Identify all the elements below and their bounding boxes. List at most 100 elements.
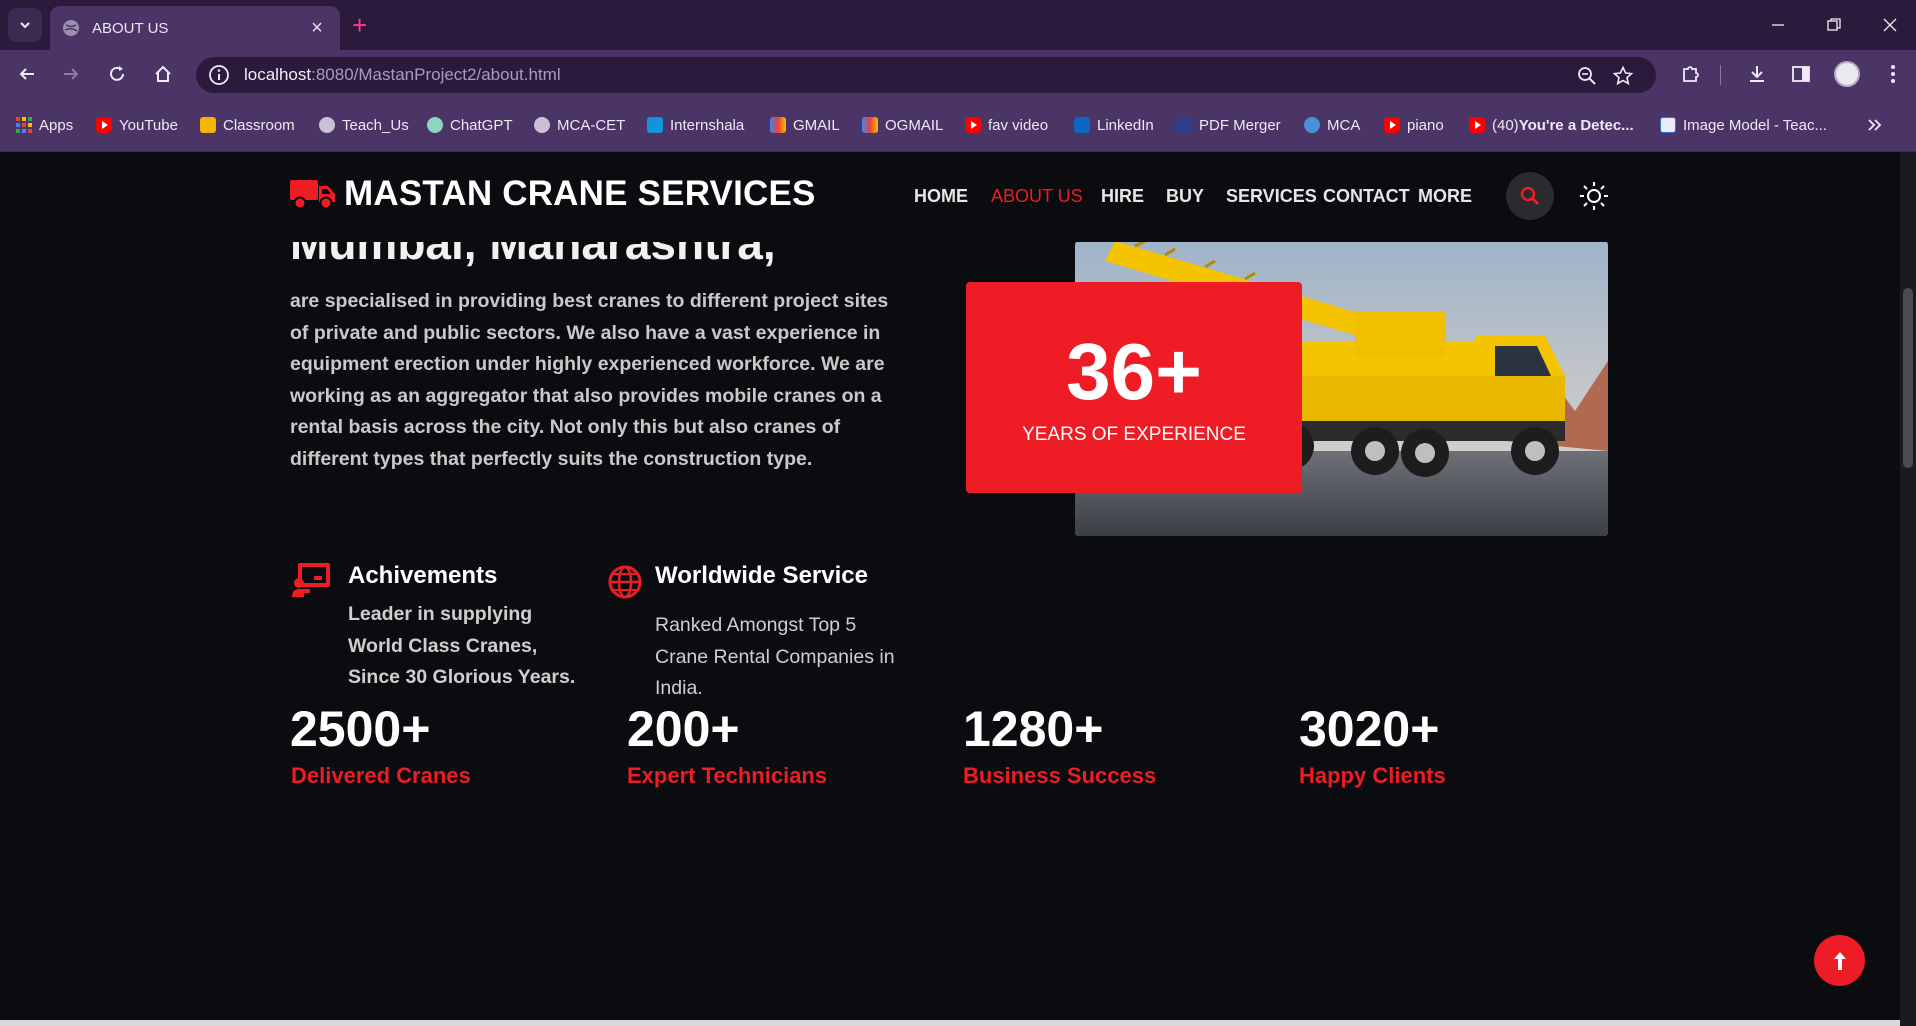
sun-icon (1580, 182, 1608, 210)
experience-number: 36+ (1066, 327, 1202, 416)
address-bar[interactable]: localhost:8080/MastanProject2/about.html (196, 57, 1656, 93)
avatar[interactable] (1834, 61, 1860, 87)
forward-button[interactable] (54, 57, 88, 91)
youtube-icon (96, 117, 112, 133)
linkedin-icon (1074, 117, 1090, 133)
nav-about-us[interactable]: ABOUT US (991, 186, 1083, 207)
bookmark-star-icon[interactable] (1610, 63, 1636, 89)
close-icon[interactable]: × (306, 17, 328, 40)
brand-name: MASTAN CRANE SERVICES (344, 174, 816, 213)
experience-card: 36+ YEARS OF EXPERIENCE (966, 282, 1302, 493)
nav-buy[interactable]: BUY (1166, 186, 1204, 207)
stat-label: Business Success (963, 763, 1157, 788)
presentation-icon (292, 563, 330, 597)
youtube-icon (1384, 117, 1400, 133)
bookmark-youtube-video[interactable]: (40) You're a Detec... (1469, 115, 1634, 135)
bookmark-ogmail[interactable]: OGMAIL (862, 115, 943, 135)
globe-icon (534, 117, 550, 133)
kebab-menu-icon[interactable] (1876, 57, 1910, 91)
scrollbar-thumb[interactable] (1903, 288, 1913, 468)
side-panel-icon[interactable] (1784, 57, 1818, 91)
bookmark-mca-cet[interactable]: MCA-CET (534, 115, 625, 135)
tab-title: ABOUT US (92, 19, 169, 37)
bookmark-gmail[interactable]: GMAIL (770, 115, 840, 135)
home-icon (155, 65, 171, 82)
youtube-icon (965, 117, 981, 133)
page-viewport: MASTAN CRANE SERVICES HOME ABOUT US HIRE… (0, 152, 1900, 1026)
stat-number: 1280+ (963, 701, 1104, 757)
apps-grid-icon (16, 117, 32, 133)
feature-title-worldwide: Worldwide Service (655, 562, 868, 589)
back-button[interactable] (10, 57, 44, 91)
extensions-icon[interactable] (1674, 57, 1708, 91)
arrow-up-icon (1833, 951, 1846, 970)
arrow-right-icon (64, 68, 79, 80)
back-to-top-button[interactable] (1814, 935, 1865, 986)
tab-search-button[interactable] (8, 8, 42, 42)
browser-tabstrip: ABOUT US × + (0, 0, 1916, 50)
url-text: localhost:8080/MastanProject2/about.html (244, 65, 561, 84)
bookmark-piano[interactable]: piano (1384, 115, 1444, 135)
gmail-icon (862, 117, 878, 133)
home-button[interactable] (146, 57, 180, 91)
reload-button[interactable] (100, 57, 134, 91)
bookmark-youtube[interactable]: YouTube (96, 115, 178, 135)
bookmark-image-model[interactable]: Image Model - Teac... (1660, 115, 1827, 135)
new-tab-button[interactable]: + (352, 10, 367, 40)
mca-icon (1304, 117, 1320, 133)
zoom-icon[interactable] (1574, 63, 1600, 89)
restore-icon (1827, 18, 1841, 31)
internshala-icon (647, 117, 663, 133)
close-icon (1883, 18, 1897, 32)
nav-home[interactable]: HOME (914, 186, 968, 207)
page-scrollbar[interactable] (1900, 152, 1916, 1026)
browser-tab-active[interactable]: ABOUT US × (50, 6, 340, 50)
minimize-icon (1772, 24, 1784, 26)
globe-icon (63, 20, 79, 36)
minimize-button[interactable] (1758, 10, 1798, 40)
bookmark-linkedin[interactable]: LinkedIn (1074, 115, 1154, 135)
bookmarks-bar: Apps YouTube Classroom Teach_Us ChatGPT … (0, 98, 1916, 152)
brand-logo[interactable]: MASTAN CRANE SERVICES (290, 174, 816, 214)
nav-hire[interactable]: HIRE (1101, 186, 1144, 207)
nav-services[interactable]: SERVICES (1226, 186, 1317, 207)
site-info-icon[interactable] (208, 64, 230, 86)
reload-icon (110, 66, 124, 81)
restore-button[interactable] (1814, 10, 1854, 40)
stat-number: 3020+ (1299, 701, 1440, 757)
stat-number: 2500+ (290, 701, 431, 757)
feature-desc-achievements: Leader in supplying World Class Cranes, … (348, 603, 576, 689)
bookmark-mca[interactable]: MCA (1304, 115, 1360, 135)
bookmark-pdf-merger[interactable]: PDF Merger (1176, 115, 1281, 135)
bookmark-apps[interactable]: Apps (16, 115, 73, 135)
double-chevron-right-icon (1868, 119, 1882, 131)
search-button[interactable] (1506, 172, 1554, 220)
bookmark-fav-video[interactable]: fav video (965, 115, 1048, 135)
stat-label: Expert Technicians (627, 763, 828, 788)
bookmark-classroom[interactable]: Classroom (200, 115, 295, 135)
bookmark-teach-us[interactable]: Teach_Us (319, 115, 409, 135)
bookmark-chatgpt[interactable]: ChatGPT (427, 115, 513, 135)
theme-toggle[interactable] (1578, 180, 1610, 212)
experience-label: YEARS OF EXPERIENCE (1022, 424, 1246, 445)
globe-icon (608, 565, 642, 599)
stat-number: 200+ (627, 701, 740, 757)
bookmark-internshala[interactable]: Internshala (647, 115, 744, 135)
toolbar-divider (1720, 65, 1721, 85)
youtube-icon (1469, 117, 1485, 133)
about-description: are specialised in providing best cranes… (290, 290, 889, 470)
truck-icon (290, 180, 335, 210)
window-close-button[interactable] (1870, 10, 1910, 40)
nav-contact[interactable]: CONTACT (1323, 186, 1410, 207)
bookmarks-overflow-button[interactable] (1866, 115, 1882, 135)
page-bottom-edge (0, 1020, 1900, 1026)
search-icon (1520, 186, 1540, 206)
browser-toolbar: localhost:8080/MastanProject2/about.html (0, 50, 1916, 98)
download-icon[interactable] (1740, 57, 1774, 91)
site-header: MASTAN CRANE SERVICES HOME ABOUT US HIRE… (0, 152, 1900, 242)
gmail-icon (770, 117, 786, 133)
nav-more[interactable]: MORE (1418, 186, 1472, 207)
chatgpt-icon (427, 117, 443, 133)
feature-desc-worldwide: Ranked Amongst Top 5 Crane Rental Compan… (655, 614, 895, 700)
im-icon (1660, 117, 1676, 133)
